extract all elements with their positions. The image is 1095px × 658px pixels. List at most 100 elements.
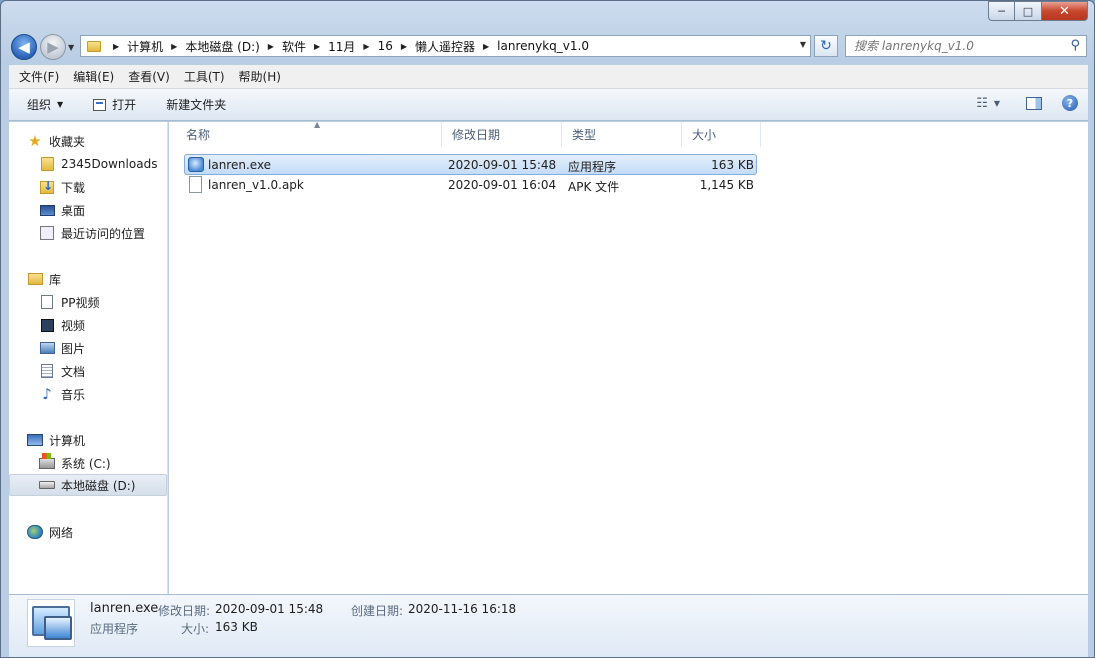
- folder-icon: [39, 156, 55, 172]
- help-icon[interactable]: ?: [1062, 95, 1078, 111]
- folder-icon: [87, 40, 101, 52]
- organize-button[interactable]: 组织 ▼: [27, 96, 63, 113]
- back-button[interactable]: ◀: [11, 34, 37, 60]
- network-icon: [27, 524, 43, 540]
- chevron-right-icon[interactable]: ▶: [113, 42, 119, 51]
- chevron-right-icon[interactable]: ▶: [171, 42, 177, 51]
- file-list: 名称 ▲ 修改日期 类型 大小 lanren.exe 2020-09-01 15…: [169, 120, 1088, 594]
- document-icon: [39, 294, 55, 310]
- menu-tools[interactable]: 工具(T): [184, 68, 225, 85]
- sidebar-item-drive-d[interactable]: 本地磁盘 (D:): [9, 474, 167, 496]
- sidebar-item-label: 本地磁盘 (D:): [61, 478, 136, 493]
- downloads-icon: [39, 179, 55, 195]
- file-size: 1,145 KB: [699, 178, 754, 192]
- sidebar-item-label: 视频: [61, 318, 86, 333]
- video-icon: [39, 317, 55, 333]
- search-input[interactable]: [854, 39, 1064, 53]
- search-box[interactable]: ⚲: [845, 35, 1087, 57]
- column-header-date[interactable]: 修改日期: [442, 122, 562, 147]
- toolbar-right: ☷ ▼ ?: [976, 95, 1078, 111]
- sidebar-item-label: 文档: [61, 364, 86, 379]
- command-bar: 组织 ▼ 打开 新建文件夹 ☷ ▼ ?: [9, 89, 1088, 121]
- sidebar-item-label: 2345Downloads: [61, 157, 158, 171]
- music-note-icon: ♪: [42, 385, 52, 403]
- column-header-size[interactable]: 大小: [682, 122, 761, 147]
- sidebar-item-label: 系统 (C:): [61, 456, 111, 471]
- details-modified-label: 修改日期:: [158, 604, 211, 618]
- document-icon: [39, 363, 55, 379]
- column-header-label: 修改日期: [452, 128, 501, 142]
- chevron-down-icon: ▼: [57, 100, 64, 109]
- refresh-icon: ↻: [820, 38, 832, 54]
- table-row[interactable]: lanren_v1.0.apk 2020-09-01 16:04 APK 文件 …: [184, 175, 757, 196]
- explorer-window: ─ □ ✕ ◀ ▶ ▼ ▶ 计算机 ▶ 本地磁盘 (D:) ▶ 软件 ▶ 11月…: [0, 0, 1095, 658]
- refresh-button[interactable]: ↻: [814, 35, 838, 57]
- open-icon: [93, 98, 107, 111]
- sidebar-computer[interactable]: 计算机: [27, 429, 185, 451]
- system-drive-icon: [39, 452, 55, 471]
- open-label: 打开: [112, 98, 137, 112]
- address-bar[interactable]: ▶ 计算机 ▶ 本地磁盘 (D:) ▶ 软件 ▶ 11月 ▶ 16 ▶ 懒人遥控…: [80, 35, 811, 57]
- sidebar-item-label: 桌面: [61, 203, 86, 218]
- menu-edit[interactable]: 编辑(E): [73, 68, 114, 85]
- sidebar-network-label: 网络: [49, 525, 74, 540]
- breadcrumb: ▶ 计算机 ▶ 本地磁盘 (D:) ▶ 软件 ▶ 11月 ▶ 16 ▶ 懒人遥控…: [105, 36, 589, 56]
- column-header-name[interactable]: 名称 ▲: [176, 120, 442, 147]
- menu-file[interactable]: 文件(F): [19, 68, 59, 85]
- forward-button[interactable]: ▶: [40, 34, 66, 60]
- sidebar-libraries-label: 库: [49, 272, 62, 287]
- breadcrumb-item-software[interactable]: 软件: [282, 38, 306, 55]
- sort-up-icon: ▲: [314, 120, 321, 129]
- organize-label: 组织: [27, 98, 52, 112]
- close-button[interactable]: ✕: [1042, 1, 1088, 21]
- file-name: lanren.exe: [208, 158, 272, 172]
- star-icon: ★: [28, 132, 42, 150]
- chevron-right-icon[interactable]: ▶: [268, 42, 274, 51]
- search-icon[interactable]: ⚲: [1070, 38, 1080, 53]
- details-size-value: 163 KB: [215, 620, 258, 634]
- details-size-label: 大小:: [181, 622, 210, 636]
- table-row[interactable]: lanren.exe 2020-09-01 15:48 应用程序 163 KB: [184, 154, 757, 175]
- chevron-right-icon[interactable]: ▶: [363, 42, 369, 51]
- chevron-right-icon[interactable]: ▶: [314, 42, 320, 51]
- menu-bar: 文件(F) 编辑(E) 查看(V) 工具(T) 帮助(H): [9, 65, 1088, 89]
- menu-help[interactable]: 帮助(H): [239, 68, 281, 85]
- library-icon: [27, 271, 43, 287]
- sidebar-computer-label: 计算机: [49, 433, 86, 448]
- details-created-label: 创建日期:: [351, 604, 404, 618]
- chevron-right-icon[interactable]: ▶: [401, 42, 407, 51]
- address-history-dropdown[interactable]: ▼: [800, 40, 806, 49]
- breadcrumb-item-november[interactable]: 11月: [328, 38, 355, 55]
- minimize-button[interactable]: ─: [988, 1, 1015, 21]
- sidebar-favorites[interactable]: ★ 收藏夹: [27, 130, 185, 152]
- application-icon: [44, 616, 72, 640]
- column-header-type[interactable]: 类型: [562, 122, 682, 147]
- drive-icon: [39, 477, 55, 493]
- breadcrumb-item-drive-d[interactable]: 本地磁盘 (D:): [185, 38, 259, 55]
- breadcrumb-item-16[interactable]: 16: [378, 39, 393, 53]
- file-name: lanren_v1.0.apk: [208, 178, 304, 192]
- menu-view[interactable]: 查看(V): [128, 68, 170, 85]
- details-file-type: 应用程序: [90, 622, 139, 636]
- open-button[interactable]: 打开: [93, 96, 136, 113]
- change-view-icon[interactable]: ☷: [976, 96, 988, 111]
- sidebar-network[interactable]: 网络: [27, 521, 185, 543]
- chevron-right-icon[interactable]: ▶: [483, 42, 489, 51]
- column-header-label: 大小: [692, 128, 717, 142]
- preview-pane-icon[interactable]: [1026, 96, 1042, 110]
- maximize-button[interactable]: □: [1015, 1, 1042, 21]
- file-icon: [189, 176, 202, 193]
- sidebar-libraries[interactable]: 库: [27, 268, 185, 290]
- sidebar-item-label: PP视频: [61, 295, 100, 310]
- details-modified-value: 2020-09-01 15:48: [215, 602, 324, 616]
- breadcrumb-item-current[interactable]: lanrenykq_v1.0: [497, 39, 589, 53]
- breadcrumb-item-computer[interactable]: 计算机: [127, 38, 163, 55]
- new-folder-button[interactable]: 新建文件夹: [166, 96, 226, 113]
- recent-pages-dropdown[interactable]: ▼: [68, 43, 74, 52]
- chevron-down-icon[interactable]: ▼: [994, 99, 1000, 108]
- navigation-pane: ★ 收藏夹 2345Downloads 下载 桌面 最近访问的位置 库 PP视频: [9, 122, 168, 594]
- details-created-value: 2020-11-16 16:18: [408, 602, 517, 616]
- breadcrumb-item-lanren-remote[interactable]: 懒人遥控器: [415, 38, 475, 55]
- file-thumbnail: [27, 599, 75, 647]
- file-size: 163 KB: [711, 158, 754, 172]
